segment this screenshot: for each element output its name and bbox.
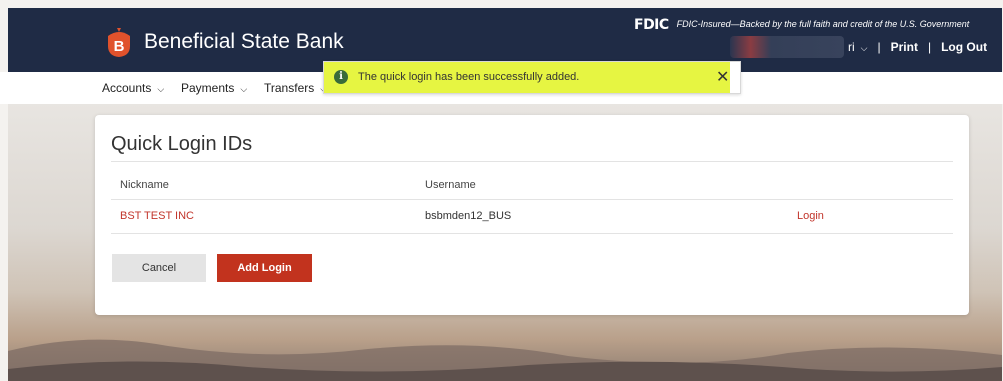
- row-login-link[interactable]: Login: [797, 210, 824, 222]
- chevron-down-icon: ⌵: [240, 84, 248, 94]
- user-name-redacted: [730, 36, 844, 58]
- brand-logo-letter: B: [114, 38, 125, 55]
- user-name-fragment: ri: [848, 40, 855, 54]
- divider: |: [877, 40, 881, 54]
- chevron-down-icon: ⌵: [860, 43, 868, 53]
- fdic-notice: FDIC FDIC-Insured—Backed by the full fait…: [634, 17, 969, 33]
- column-header-username: Username: [425, 179, 476, 191]
- row-username: bsbmden12_BUS: [425, 210, 512, 222]
- row-nickname-link[interactable]: BST TEST INC: [120, 210, 194, 222]
- acorn-logo-icon: B: [108, 28, 130, 57]
- nav-item-label: Payments: [181, 81, 235, 95]
- cancel-button[interactable]: Cancel: [112, 254, 206, 282]
- user-cluster: ri ⌵ | Print | Log Out: [730, 36, 987, 58]
- row-divider: [111, 233, 953, 234]
- page-title: Quick Login IDs: [111, 133, 253, 155]
- success-toast: i The quick login has been successfully …: [323, 61, 741, 94]
- header-divider: [111, 199, 953, 200]
- title-divider: [111, 161, 953, 162]
- brand[interactable]: B Beneficial State Bank: [105, 26, 344, 58]
- logout-link[interactable]: Log Out: [941, 40, 987, 54]
- print-link[interactable]: Print: [891, 40, 918, 54]
- mountain-landscape: [8, 339, 1002, 381]
- add-login-button[interactable]: Add Login: [217, 254, 312, 282]
- info-icon: i: [334, 70, 348, 84]
- nav-item-label: Transfers: [264, 81, 315, 95]
- column-header-nickname: Nickname: [120, 179, 169, 191]
- nav-payments[interactable]: Payments ⌵: [181, 81, 247, 95]
- user-menu[interactable]: ri ⌵: [848, 40, 868, 54]
- chevron-down-icon: ⌵: [157, 84, 165, 94]
- nav-accounts[interactable]: Accounts ⌵: [102, 81, 164, 95]
- quick-login-card: Quick Login IDs Nickname Username BST TE…: [95, 115, 969, 315]
- nav-transfers[interactable]: Transfers⌵: [264, 81, 327, 95]
- divider: |: [927, 40, 932, 54]
- nav-item-label: Accounts: [102, 81, 152, 95]
- fdic-text: FDIC-Insured—Backed by the full faith an…: [676, 19, 970, 29]
- fdic-logo: FDIC: [634, 17, 669, 33]
- close-icon[interactable]: ✕: [716, 67, 729, 87]
- brand-name: Beneficial State Bank: [144, 30, 344, 53]
- toast-message: The quick login has been successfully ad…: [358, 71, 580, 83]
